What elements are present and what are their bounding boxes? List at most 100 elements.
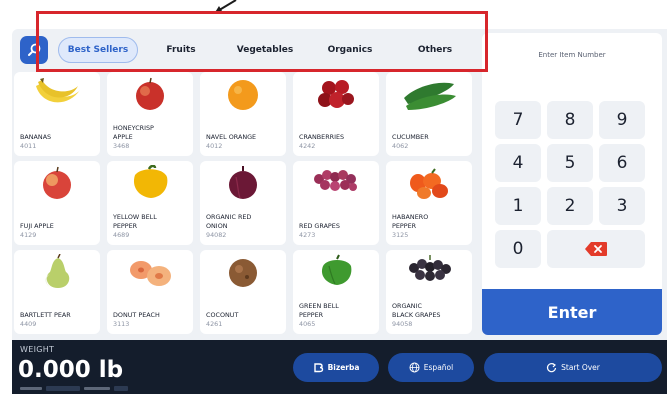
product-code: 94058 xyxy=(392,320,413,328)
habanero-icon xyxy=(410,168,448,199)
cucumber-icon xyxy=(404,82,456,110)
keypad-title: Enter Item Number xyxy=(538,51,606,59)
product-code: 3125 xyxy=(392,231,409,239)
product-tile-bananas[interactable]: BANANAS 4011 xyxy=(14,72,100,156)
red-grapes-icon xyxy=(314,170,357,191)
key-6[interactable]: 6 xyxy=(599,144,645,182)
product-tile-coconut[interactable]: COCONUT 4261 xyxy=(200,250,286,334)
orange-icon xyxy=(228,80,258,110)
bottom-bar: WEIGHT 0.000 lb Bizerba Español Start Ov… xyxy=(12,340,667,394)
product-name: PEPPER xyxy=(299,311,324,319)
key-8[interactable]: 8 xyxy=(547,101,593,139)
product-tile-green-bell-pepper[interactable]: GREEN BELL PEPPER 4065 xyxy=(293,250,379,334)
product-code: 4409 xyxy=(20,320,37,328)
product-tile-honeycrisp-apple[interactable]: HONEYCRISP APPLE 3468 xyxy=(107,72,193,156)
backspace-button[interactable] xyxy=(547,230,645,268)
product-tile-fuji-apple[interactable]: FUJI APPLE 4129 xyxy=(14,161,100,245)
product-name-line1: GREEN BELL xyxy=(299,302,339,310)
product-code: 4689 xyxy=(113,231,130,239)
search-icon xyxy=(28,43,41,56)
apple-icon xyxy=(136,77,164,110)
product-name: CUCUMBER xyxy=(392,133,429,141)
pear-icon xyxy=(45,254,70,288)
product-name: DONUT PEACH xyxy=(113,311,160,319)
retailer-button-label: Bizerba xyxy=(327,363,360,372)
product-code: 4011 xyxy=(20,142,37,150)
product-code: 4065 xyxy=(299,320,316,328)
yellow-pepper-icon xyxy=(133,165,168,198)
product-tile-habanero-pepper[interactable]: HABANERO PEPPER 3125 xyxy=(386,161,472,245)
product-name: ONION xyxy=(206,222,228,230)
backspace-icon xyxy=(585,242,607,256)
product-name-line1: HABANERO xyxy=(392,213,429,221)
product-name-line1: YELLOW BELL xyxy=(113,213,157,221)
product-tile-cranberries[interactable]: CRANBERRIES 4242 xyxy=(293,72,379,156)
product-code: 4012 xyxy=(206,142,223,150)
key-5[interactable]: 5 xyxy=(547,144,593,182)
keypad-panel: Enter Item Number 7 8 9 4 5 6 1 2 3 0 En… xyxy=(482,33,662,335)
key-0[interactable]: 0 xyxy=(495,230,541,268)
product-code: 94082 xyxy=(206,231,227,239)
product-tile-organic-red-onion[interactable]: ORGANIC RED ONION 94082 xyxy=(200,161,286,245)
enter-button[interactable]: Enter xyxy=(482,289,662,335)
product-name: RED GRAPES xyxy=(299,222,340,230)
cranberries-icon xyxy=(318,80,354,108)
product-tile-donut-peach[interactable]: DONUT PEACH 3113 xyxy=(107,250,193,334)
tab-fruits[interactable]: Fruits xyxy=(156,37,206,63)
product-tile-organic-black-grapes[interactable]: ORGANIC BLACK GRAPES 94058 xyxy=(386,250,472,334)
restart-icon xyxy=(547,362,557,373)
product-name: FUJI APPLE xyxy=(20,222,54,230)
product-name: CRANBERRIES xyxy=(299,133,345,141)
product-name: PEPPER xyxy=(113,222,138,230)
start-over-button-label: Start Over xyxy=(561,363,600,372)
peach-icon xyxy=(130,261,171,286)
product-code: 4062 xyxy=(392,142,409,150)
key-7[interactable]: 7 xyxy=(495,101,541,139)
product-name-line1: ORGANIC RED xyxy=(206,213,252,221)
product-name: APPLE xyxy=(113,133,133,141)
green-pepper-icon xyxy=(321,254,352,285)
product-tile-navel-orange[interactable]: NAVEL ORANGE 4012 xyxy=(200,72,286,156)
black-grapes-icon xyxy=(409,255,451,281)
product-tile-red-grapes[interactable]: RED GRAPES 4273 xyxy=(293,161,379,245)
tab-vegetables[interactable]: Vegetables xyxy=(228,37,302,63)
tab-organics[interactable]: Organics xyxy=(318,37,382,63)
product-name: BANANAS xyxy=(20,133,52,141)
retailer-logo-icon xyxy=(313,363,323,373)
product-code: 4273 xyxy=(299,231,316,239)
globe-icon xyxy=(409,362,420,373)
product-tile-yellow-bell-pepper[interactable]: YELLOW BELL PEPPER 4689 xyxy=(107,161,193,245)
product-tile-cucumber[interactable]: CUCUMBER 4062 xyxy=(386,72,472,156)
product-grid: BANANAS 4011 HONEYCRISP APPLE 3468 NAVEL … xyxy=(14,72,480,334)
screenshot-stage: Best Sellers Fruits Vegetables Organics … xyxy=(0,0,667,394)
key-2[interactable]: 2 xyxy=(547,187,593,225)
product-tile-bartlett-pear[interactable]: BARTLETT PEAR 4409 xyxy=(14,250,100,334)
scale-info-strip xyxy=(20,386,170,391)
product-name: PEPPER xyxy=(392,222,417,230)
product-code: 3468 xyxy=(113,142,130,150)
retailer-button[interactable]: Bizerba xyxy=(293,353,379,382)
product-code: 3113 xyxy=(113,320,130,328)
search-button[interactable] xyxy=(20,36,48,64)
product-name: BARTLETT PEAR xyxy=(20,311,71,319)
product-name: BLACK GRAPES xyxy=(392,311,441,319)
tab-others[interactable]: Others xyxy=(404,37,466,63)
coconut-icon xyxy=(229,259,257,287)
key-1[interactable]: 1 xyxy=(495,187,541,225)
key-9[interactable]: 9 xyxy=(599,101,645,139)
product-name-line1: HONEYCRISP xyxy=(113,124,154,132)
language-button-label: Español xyxy=(423,363,454,372)
product-code: 4261 xyxy=(206,320,223,328)
product-code: 4129 xyxy=(20,231,37,239)
red-onion-icon xyxy=(229,166,257,199)
key-4[interactable]: 4 xyxy=(495,144,541,182)
tab-best-sellers[interactable]: Best Sellers xyxy=(58,37,138,63)
language-button[interactable]: Español xyxy=(388,353,474,382)
weight-label: WEIGHT xyxy=(20,345,55,354)
start-over-button[interactable]: Start Over xyxy=(484,353,662,382)
product-name-line1: ORGANIC xyxy=(392,302,422,310)
key-3[interactable]: 3 xyxy=(599,187,645,225)
product-name: COCONUT xyxy=(206,311,239,319)
weight-value: 0.000 lb xyxy=(18,357,124,383)
fuji-apple-icon xyxy=(43,166,71,199)
